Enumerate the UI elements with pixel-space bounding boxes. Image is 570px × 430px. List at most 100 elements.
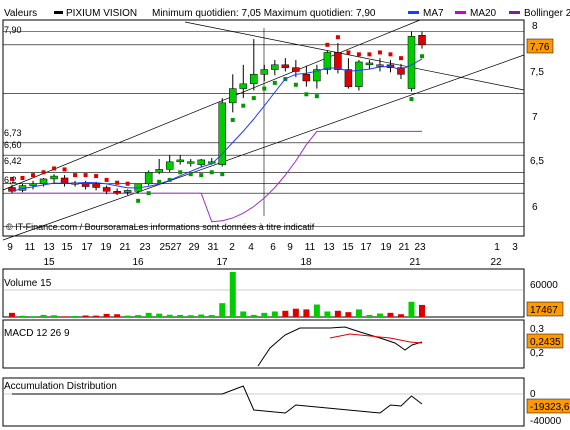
candle xyxy=(39,178,48,184)
candle xyxy=(165,161,174,170)
volume-bar xyxy=(397,314,404,317)
volume-bar xyxy=(387,312,394,317)
panel-frame xyxy=(2,268,525,318)
sar-dot xyxy=(73,173,78,178)
volume-bar xyxy=(9,312,15,317)
daily-range: Minimum quotidien: 7,05 Maximum quotidie… xyxy=(152,8,376,19)
volume-bar xyxy=(345,312,352,317)
sar-dot xyxy=(104,177,109,182)
volume-bar xyxy=(271,311,278,317)
volume-bar xyxy=(19,315,26,317)
sar-dot xyxy=(41,170,46,175)
candle xyxy=(144,172,153,184)
volume-bar xyxy=(72,315,79,317)
volume-bar xyxy=(313,304,320,317)
values-label: Valeurs xyxy=(4,8,37,19)
sar-dot xyxy=(325,42,330,47)
candle xyxy=(334,52,342,70)
sar-dot xyxy=(398,56,403,61)
candle xyxy=(176,159,184,163)
macd-line xyxy=(257,326,423,367)
sar-dot xyxy=(136,198,141,203)
volume-bar xyxy=(145,312,152,317)
level-6-42: 6,42 xyxy=(4,156,22,166)
stock-swatch xyxy=(54,11,63,14)
accdist-tick-min: -40000 xyxy=(530,416,562,427)
volume-bar xyxy=(250,314,257,317)
sar-dot xyxy=(52,166,57,171)
volume-bar xyxy=(292,308,299,317)
sar-dot xyxy=(293,82,298,87)
candle xyxy=(281,64,290,68)
volume-bar xyxy=(219,303,226,317)
trend-line xyxy=(2,54,525,241)
candle xyxy=(355,61,363,87)
volume-bar xyxy=(114,314,121,317)
x-year-label: 18 xyxy=(300,257,312,268)
y-tick-7-5: 7,5 xyxy=(530,67,544,78)
x-tick: 21 xyxy=(398,242,410,253)
x-tick: 23 xyxy=(139,242,151,253)
volume-bar xyxy=(103,313,110,317)
accdist-title: Accumulation Distribution xyxy=(4,381,117,392)
legend-bollinger: Bollinger 2 xyxy=(524,8,570,19)
x-tick: 15 xyxy=(342,242,354,253)
sar-dot xyxy=(346,50,351,55)
x-tick: 15 xyxy=(61,242,73,253)
volume-bar xyxy=(355,309,362,317)
sar-dot xyxy=(31,173,36,178)
sar-dot xyxy=(241,103,246,108)
candle xyxy=(92,183,100,188)
last-price: 7,76 xyxy=(530,42,550,53)
volume-bar xyxy=(240,311,247,317)
candle xyxy=(418,35,426,46)
candle xyxy=(123,190,132,193)
volume-bar xyxy=(419,304,425,317)
x-year-label: 15 xyxy=(43,257,55,268)
sar-dot xyxy=(272,80,277,85)
stock-name: PIXIUM VISION xyxy=(66,8,137,19)
sar-dot xyxy=(62,167,67,172)
candle xyxy=(407,36,416,89)
volume-bar xyxy=(303,309,310,317)
y-tick-7: 7 xyxy=(532,112,538,123)
volume-bar xyxy=(40,314,47,317)
macd-tick-0-2: 0,2 xyxy=(530,348,544,359)
level-6-73: 6,73 xyxy=(4,128,22,138)
x-tick: 29 xyxy=(188,242,200,253)
volume-bar xyxy=(177,314,184,317)
candle xyxy=(218,102,227,165)
x-tick: 1 xyxy=(494,242,500,253)
volume-bar xyxy=(366,314,373,317)
sar-dot xyxy=(94,174,99,179)
volume-bar xyxy=(229,272,236,317)
sar-dot xyxy=(335,35,340,40)
candle xyxy=(229,88,237,104)
x-tick: 4 xyxy=(248,242,254,253)
x-tick: 27 xyxy=(170,242,182,253)
stock-chart: 9 11 13 15 17 19 21 23 25 27 29 31 2 4 6 9 11 13 15 17 19 21 2… xyxy=(2,8,570,427)
macd-tick-0-3: 0,3 xyxy=(530,324,544,335)
volume-bar xyxy=(61,316,68,317)
candle xyxy=(113,191,121,194)
panel-frame xyxy=(2,19,525,237)
macd-title: MACD 12 26 9 xyxy=(4,328,70,339)
sar-dot xyxy=(356,52,361,57)
legend-ma7: MA7 xyxy=(423,8,444,19)
candle xyxy=(323,52,332,70)
x-year-label: 16 xyxy=(132,257,144,268)
sar-dot xyxy=(115,180,120,185)
volume-bar xyxy=(124,315,131,317)
candle xyxy=(186,161,195,164)
sar-dot xyxy=(230,117,235,122)
candle xyxy=(50,175,58,180)
volume-bar xyxy=(334,310,341,317)
volume-bar xyxy=(187,315,194,317)
volume-bar xyxy=(376,313,383,317)
sar-dot xyxy=(199,173,204,178)
trend-line xyxy=(184,21,525,91)
legend-ma20: MA20 xyxy=(470,8,497,19)
x-tick: 3 xyxy=(512,242,518,253)
sar-dot xyxy=(146,191,151,196)
x-tick: 19 xyxy=(380,242,392,253)
